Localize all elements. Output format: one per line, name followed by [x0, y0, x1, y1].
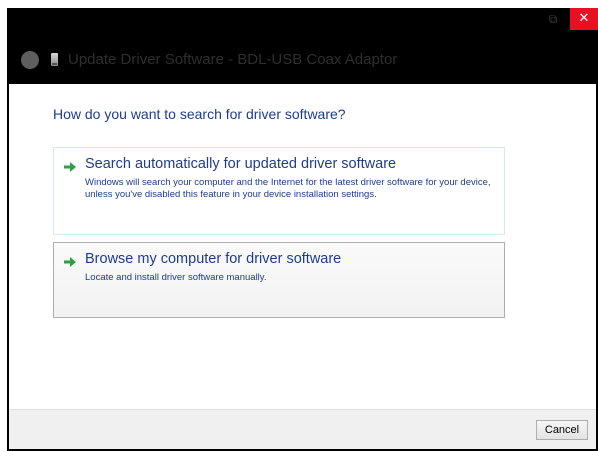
- cancel-button[interactable]: Cancel: [536, 420, 588, 440]
- option-title: Search automatically for updated driver …: [85, 156, 397, 172]
- window-title: Update Driver Software - BDL-USB Coax Ad…: [68, 51, 398, 68]
- green-arrow-icon: [64, 257, 76, 267]
- title-bar: ⧉ ✕ Update Driver Software - BDL-USB Coa…: [7, 8, 598, 84]
- update-driver-dialog: ⧉ ✕ Update Driver Software - BDL-USB Coa…: [7, 8, 598, 451]
- restore-icon[interactable]: ⧉: [546, 12, 560, 26]
- page-heading: How do you want to search for driver sof…: [53, 106, 346, 122]
- dialog-footer: Cancel: [9, 409, 596, 449]
- option-title: Browse my computer for driver software: [85, 251, 342, 267]
- option-description: Windows will search your computer and th…: [85, 177, 491, 200]
- close-button[interactable]: ✕: [570, 8, 598, 30]
- back-button[interactable]: [21, 51, 39, 69]
- option-description: Locate and install driver software manua…: [85, 272, 267, 283]
- search-automatically-option[interactable]: Search automatically for updated driver …: [53, 147, 505, 235]
- dialog-content: How do you want to search for driver sof…: [9, 84, 596, 409]
- green-arrow-icon: [64, 162, 76, 172]
- browse-computer-option[interactable]: Browse my computer for driver software L…: [53, 242, 505, 318]
- usb-device-icon: [51, 53, 58, 66]
